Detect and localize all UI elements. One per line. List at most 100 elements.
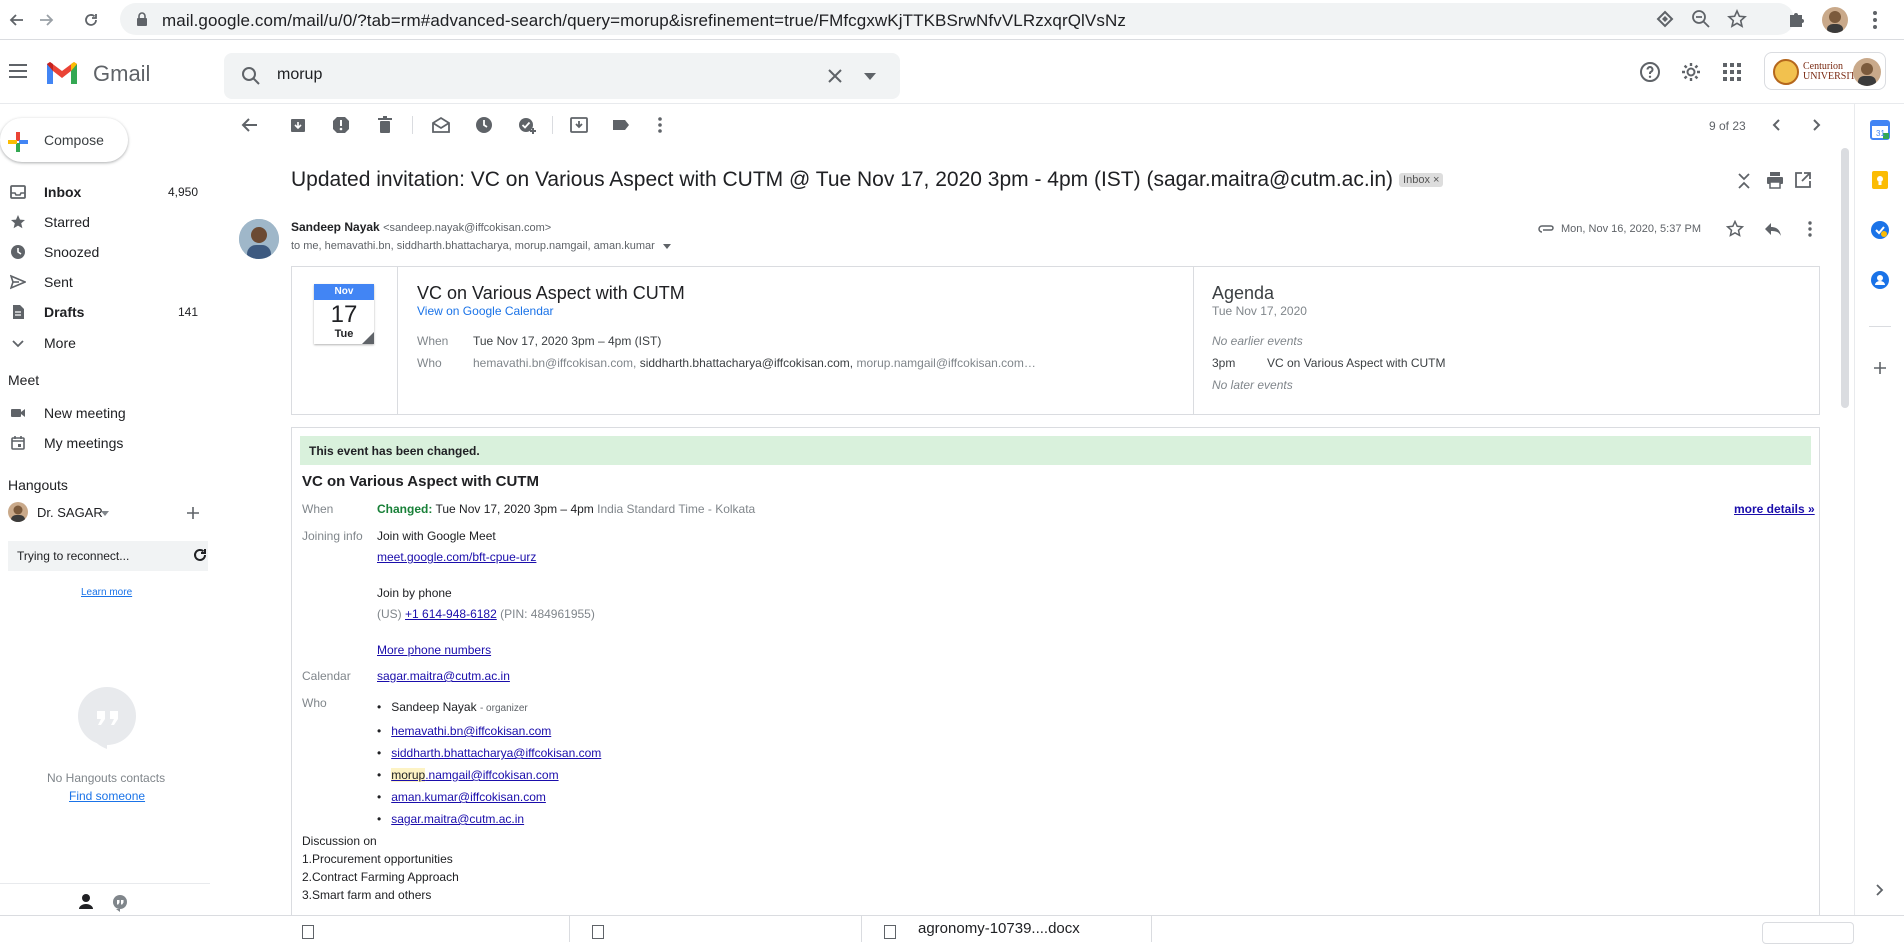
refresh-icon[interactable]: [193, 548, 207, 562]
date-day: 17: [330, 301, 358, 328]
collapse-panel-chevron-icon[interactable]: [1876, 884, 1884, 896]
learn-more-link[interactable]: Learn more: [81, 587, 132, 598]
inbox-label-badge[interactable]: Inbox ×: [1399, 173, 1444, 188]
collapse-all-icon[interactable]: [1737, 172, 1751, 190]
sidebar-item-starred[interactable]: Starred: [0, 207, 210, 237]
discussion-line: 3.Smart farm and others: [302, 888, 432, 902]
print-icon[interactable]: [1766, 171, 1784, 189]
bookmark-star-icon[interactable]: [1727, 9, 1747, 29]
sender-avatar[interactable]: [239, 219, 279, 259]
newer-chevron-left-icon[interactable]: [1767, 115, 1787, 135]
extensions-puzzle-icon[interactable]: [1786, 9, 1806, 29]
sidebar-item-inbox[interactable]: Inbox 4,950: [0, 177, 210, 207]
sender-line: Sandeep Nayak <sandeep.nayak@iffcokisan.…: [291, 220, 551, 234]
more-details-link[interactable]: more details »: [1734, 502, 1815, 516]
sidebar-item-sent[interactable]: Sent: [0, 267, 210, 297]
reply-icon[interactable]: [1764, 221, 1782, 237]
sidebar-item-drafts[interactable]: Drafts 141: [0, 297, 210, 327]
sidebar-item-new-meeting[interactable]: New meeting: [0, 398, 210, 428]
reload-icon[interactable]: [78, 7, 104, 33]
compose-button[interactable]: Compose: [0, 118, 128, 162]
show-details-dropdown-icon[interactable]: [662, 243, 671, 249]
view-on-calendar-link[interactable]: View on Google Calendar: [417, 304, 554, 318]
older-chevron-right-icon[interactable]: [1806, 115, 1826, 135]
search-input[interactable]: morup: [277, 66, 322, 84]
mark-unread-icon[interactable]: [431, 115, 451, 135]
message-toolbar: 9 of 23: [230, 110, 1840, 140]
drafts-count: 141: [177, 305, 198, 319]
search-options-icon[interactable]: [864, 73, 876, 80]
download-item[interactable]: [280, 916, 570, 942]
lock-icon[interactable]: [136, 12, 148, 26]
google-calendar-icon[interactable]: 31: [1870, 120, 1890, 140]
card-when-value: Tue Nov 17, 2020 3pm – 4pm (IST): [473, 334, 662, 348]
settings-gear-icon[interactable]: [1680, 61, 1702, 83]
report-spam-icon[interactable]: [331, 115, 351, 135]
account-avatar[interactable]: [1853, 58, 1881, 86]
meet-heading: Meet: [8, 372, 40, 388]
sender-email: <sandeep.nayak@iffcokisan.com>: [383, 222, 552, 234]
search-icon[interactable]: [241, 66, 261, 86]
url-text[interactable]: mail.google.com/mail/u/0/?tab=rm#advance…: [162, 11, 1126, 31]
more-actions-icon[interactable]: [650, 115, 670, 135]
meet-link[interactable]: meet.google.com/bft-cpue-urz: [377, 550, 536, 564]
back-to-list-icon[interactable]: [240, 115, 260, 135]
delete-trash-icon[interactable]: [375, 115, 395, 135]
calendar-value-link[interactable]: sagar.maitra@cutm.ac.in: [377, 669, 510, 683]
address-bar[interactable]: mail.google.com/mail/u/0/?tab=rm#advance…: [120, 3, 1794, 35]
forward-icon[interactable]: [33, 7, 59, 33]
sender-name[interactable]: Sandeep Nayak: [291, 220, 380, 234]
label-tag-icon[interactable]: [611, 115, 631, 135]
guest-email-link[interactable]: sagar.maitra@cutm.ac.in: [391, 812, 524, 826]
get-addons-plus-icon[interactable]: [1874, 362, 1886, 374]
recipients-line[interactable]: to me, hemavathi.bn, siddharth.bhattacha…: [291, 240, 671, 252]
google-tasks-icon[interactable]: [1870, 220, 1890, 240]
guest-email-link[interactable]: siddharth.bhattacharya@iffcokisan.com: [391, 746, 601, 760]
apps-grid-icon[interactable]: [1723, 63, 1741, 81]
guest-email-link[interactable]: aman.kumar@iffcokisan.com: [391, 790, 546, 804]
help-icon[interactable]: [1639, 61, 1661, 83]
star-icon: [10, 214, 26, 230]
sidebar-item-more[interactable]: More: [0, 328, 210, 358]
add-to-tasks-icon[interactable]: [517, 115, 537, 135]
star-message-icon[interactable]: [1726, 220, 1744, 238]
move-to-icon[interactable]: [569, 115, 589, 135]
hangouts-tab-icon[interactable]: [110, 893, 130, 913]
gmail-logo-icon[interactable]: [45, 60, 79, 86]
add-contact-plus-icon[interactable]: [187, 507, 199, 519]
guest-email-link[interactable]: morup.namgail@iffcokisan.com: [391, 768, 559, 782]
send-icon: [10, 274, 26, 290]
more-phone-numbers-link[interactable]: More phone numbers: [377, 643, 491, 657]
phone-number-link[interactable]: +1 614-948-6182: [405, 607, 497, 621]
find-someone-link[interactable]: Find someone: [69, 789, 145, 803]
account-switcher[interactable]: Centurion UNIVERSITY: [1764, 52, 1886, 90]
message-more-icon[interactable]: [1807, 220, 1813, 238]
sidebar-item-my-meetings[interactable]: My meetings: [0, 428, 210, 458]
snooze-clock-icon[interactable]: [474, 115, 494, 135]
user-status-dropdown-icon[interactable]: [101, 511, 109, 516]
guest-email-link[interactable]: hemavathi.bn@iffcokisan.com: [391, 724, 551, 738]
profile-avatar[interactable]: [1822, 7, 1848, 33]
sidebar-divider: [0, 883, 210, 884]
hangouts-user-name[interactable]: Dr. SAGAR: [37, 505, 103, 520]
hangouts-user-avatar[interactable]: [8, 502, 28, 522]
browser-menu-icon[interactable]: [1872, 10, 1878, 30]
extension-diamond-icon[interactable]: [1655, 9, 1675, 29]
main-menu-icon[interactable]: [9, 64, 27, 78]
open-new-window-icon[interactable]: [1794, 171, 1812, 189]
download-item[interactable]: agronomy-10739....docx: [862, 916, 1152, 942]
zoom-icon[interactable]: [1691, 9, 1711, 29]
search-bar[interactable]: morup: [224, 53, 900, 99]
email-subject: Updated invitation: VC on Various Aspect…: [291, 168, 1444, 192]
download-item[interactable]: [570, 916, 862, 942]
agenda-event-title[interactable]: VC on Various Aspect with CUTM: [1267, 356, 1446, 370]
sidebar-item-snoozed[interactable]: Snoozed: [0, 237, 210, 267]
clear-search-icon[interactable]: [827, 68, 843, 84]
google-contacts-icon[interactable]: [1870, 270, 1890, 290]
archive-icon[interactable]: [288, 115, 308, 135]
downloads-shelf: agronomy-10739....docx: [0, 915, 1904, 944]
contacts-tab-person-icon[interactable]: [70, 889, 102, 917]
google-keep-icon[interactable]: [1870, 170, 1890, 190]
back-icon[interactable]: [4, 7, 30, 33]
content-scrollbar[interactable]: [1841, 148, 1849, 408]
